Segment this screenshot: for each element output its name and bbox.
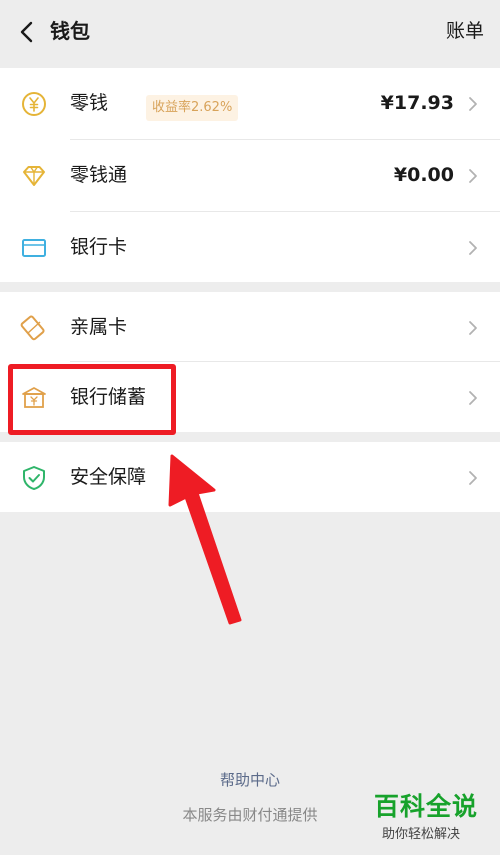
page-title: 钱包 bbox=[50, 19, 90, 43]
bank-card-icon bbox=[22, 239, 46, 257]
chevron-right-icon bbox=[469, 241, 477, 255]
bank-card-label: 银行卡 bbox=[70, 236, 128, 258]
help-center-link[interactable]: 帮助中心 bbox=[0, 770, 500, 790]
yield-rate-badge: 收益率2.62% bbox=[146, 95, 239, 121]
security-label: 安全保障 bbox=[70, 466, 147, 488]
back-arrow-icon[interactable] bbox=[14, 18, 42, 46]
chevron-right-icon bbox=[469, 391, 477, 405]
lingqiantong-row[interactable]: 零钱通 ¥0.00 bbox=[0, 140, 500, 210]
security-row[interactable]: 安全保障 bbox=[0, 442, 500, 512]
bill-button[interactable]: 账单 bbox=[446, 17, 484, 45]
chevron-right-icon bbox=[469, 169, 477, 183]
lingqiantong-label: 零钱通 bbox=[70, 164, 128, 186]
family-card-row[interactable]: 亲属卡 bbox=[0, 292, 500, 362]
bank-card-row[interactable]: 银行卡 bbox=[0, 212, 500, 282]
watermark-subtitle: 助你轻松解决 bbox=[382, 827, 461, 842]
chevron-right-icon bbox=[469, 97, 477, 111]
family-card-icon bbox=[20, 315, 45, 341]
change-label: 零钱 bbox=[70, 92, 109, 114]
top-nav-bar: 钱包 账单 bbox=[0, 0, 500, 68]
change-amount: ¥17.93 bbox=[380, 92, 454, 114]
highlight-box bbox=[8, 364, 176, 435]
watermark-title: 百科全说 bbox=[374, 792, 479, 821]
security-group: 安全保障 bbox=[0, 442, 500, 512]
shield-check-icon bbox=[23, 466, 45, 490]
change-balance-row[interactable]: 零钱 ¥17.93 bbox=[0, 68, 500, 138]
lingqiantong-amount: ¥0.00 bbox=[393, 164, 454, 186]
wallet-group: 零钱 ¥17.93 零钱通 ¥0.00 银行卡 bbox=[0, 68, 500, 282]
family-card-label: 亲属卡 bbox=[70, 316, 128, 338]
yen-coin-icon bbox=[22, 92, 46, 116]
diamond-icon bbox=[23, 166, 45, 186]
chevron-right-icon bbox=[469, 321, 477, 335]
chevron-right-icon bbox=[469, 471, 477, 485]
red-arrow-icon bbox=[168, 454, 242, 625]
